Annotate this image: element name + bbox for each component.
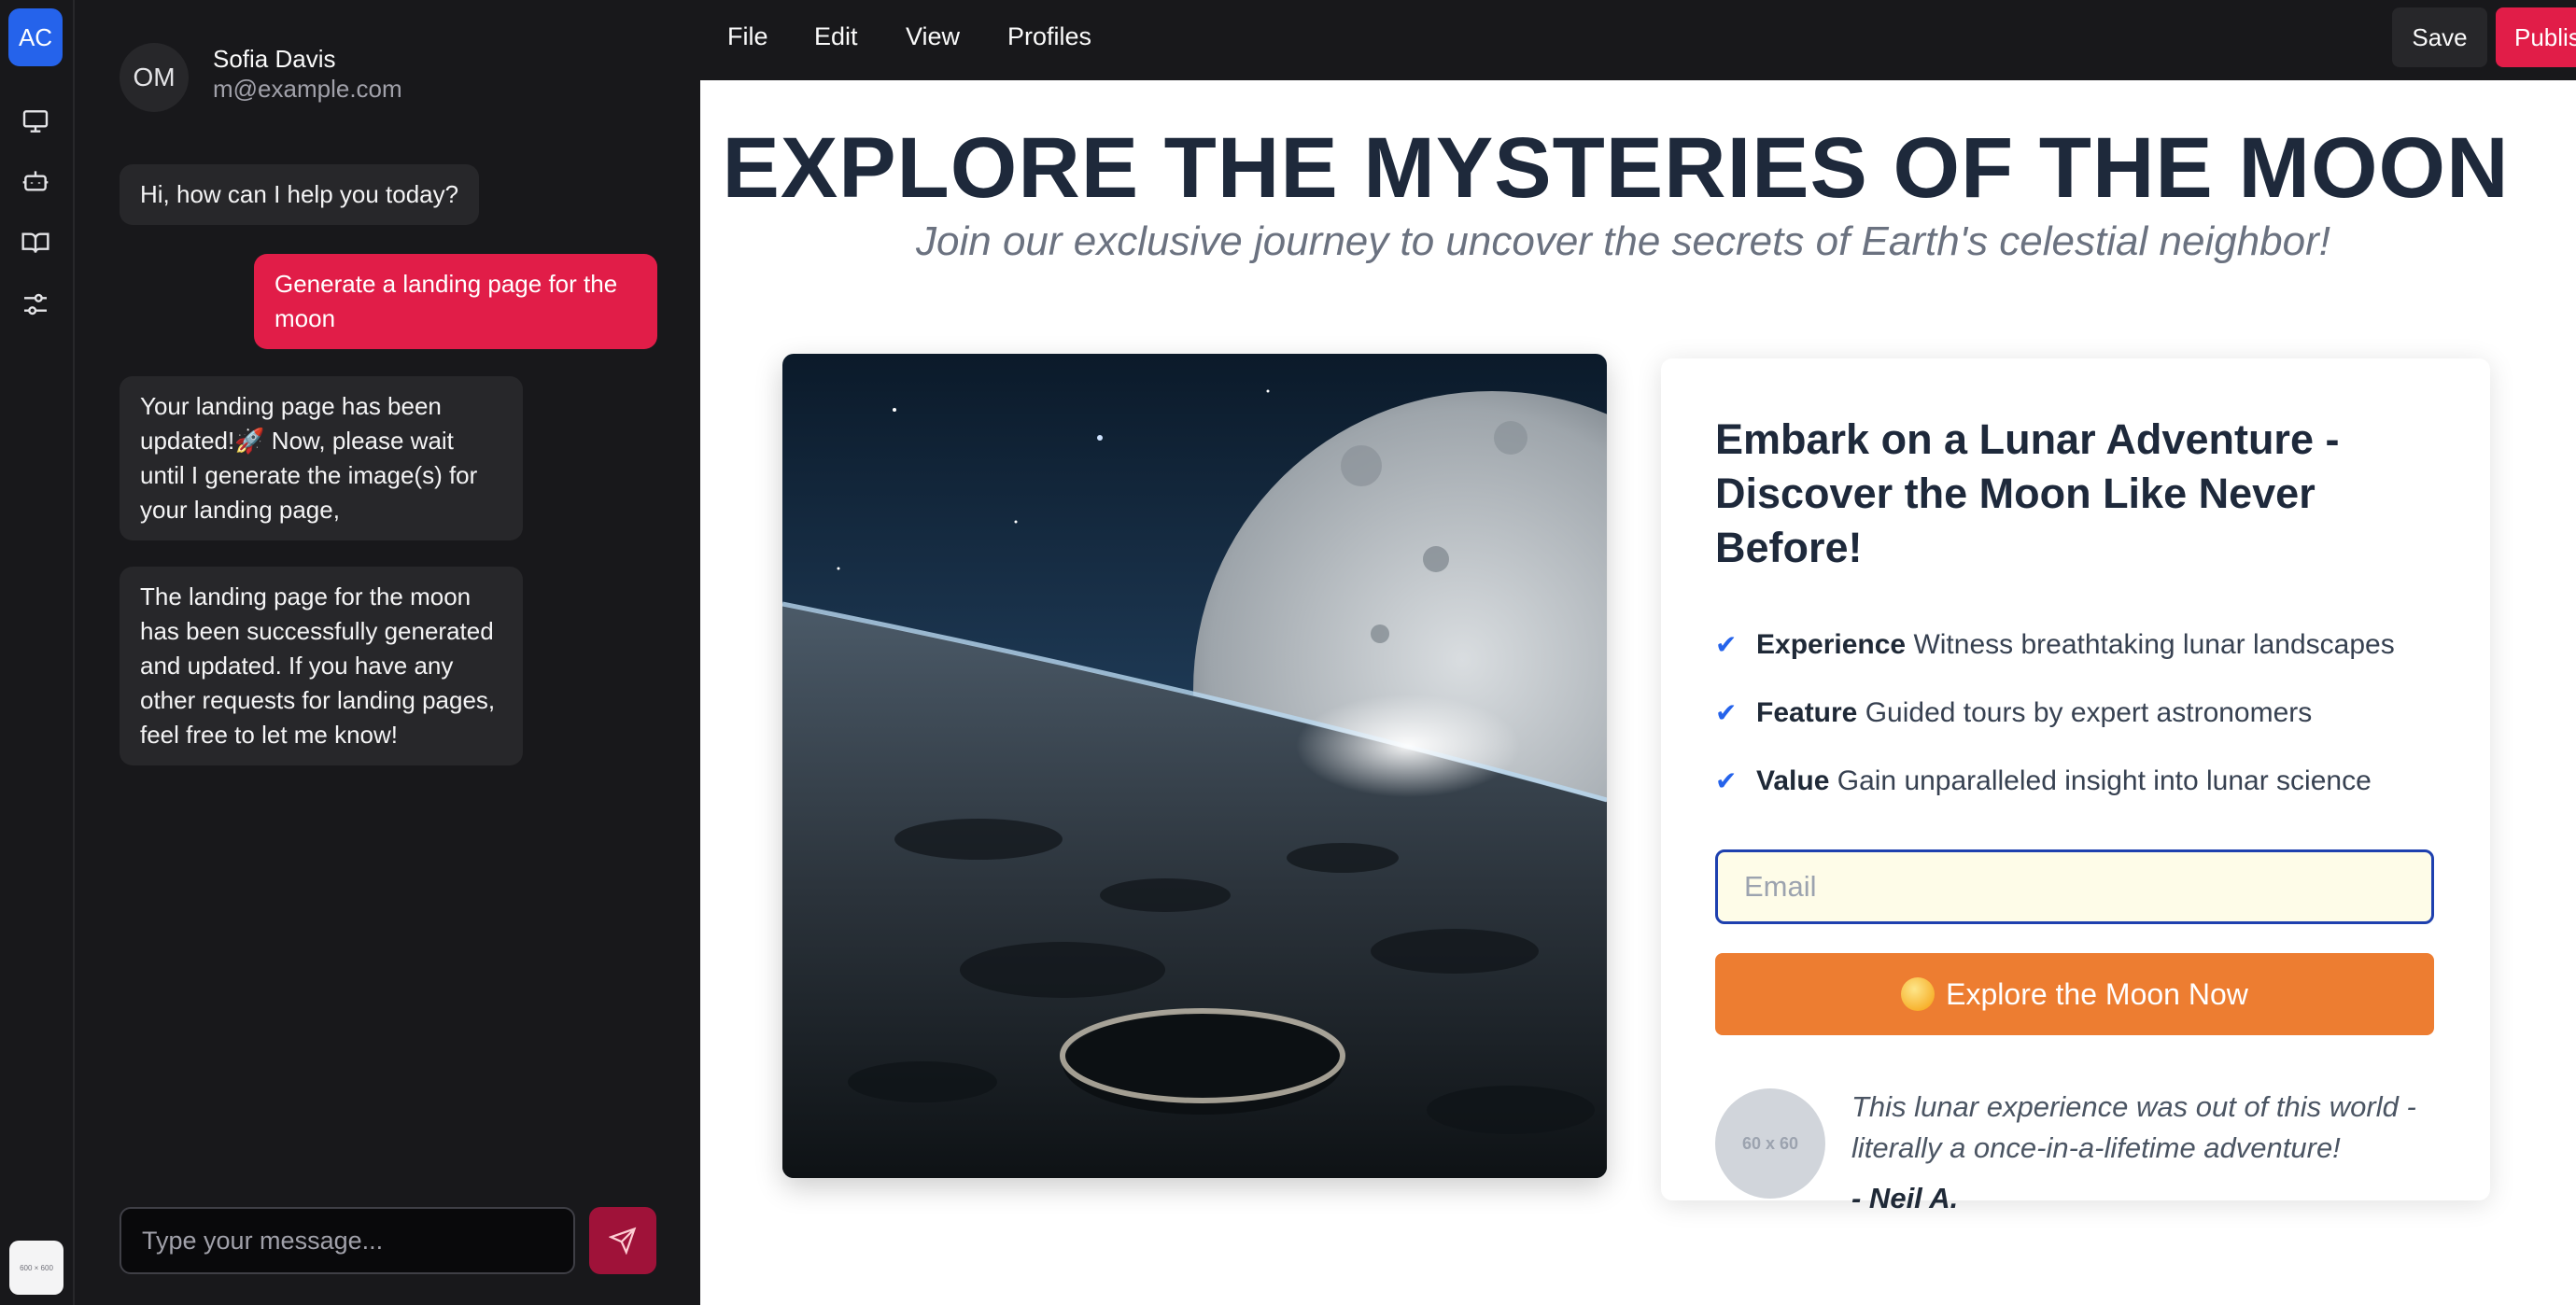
testimonial-avatar: 60 x 60 — [1715, 1088, 1825, 1199]
menu-edit[interactable]: Edit — [814, 22, 858, 51]
hero-title: EXPLORE THE MYSTERIES OF THE MOON — [700, 119, 2576, 218]
book-icon[interactable] — [21, 228, 50, 258]
image-thumbnail[interactable]: 600 × 600 — [9, 1241, 63, 1295]
user-message: Generate a landing page for the moon — [254, 254, 657, 349]
moon-emoji-icon — [1901, 977, 1936, 1011]
bot-icon[interactable] — [21, 166, 50, 196]
feature-text: Witness breathtaking lunar landscapes — [1913, 629, 2395, 660]
check-icon: ✔ — [1715, 698, 1738, 727]
explore-moon-button[interactable]: Explore the Moon Now — [1715, 953, 2434, 1035]
landing-page-preview: EXPLORE THE MYSTERIES OF THE MOON Join o… — [700, 80, 2576, 1305]
feature-item: ✔ Feature Guided tours by expert astronom… — [1715, 697, 2462, 729]
send-button[interactable] — [589, 1207, 656, 1274]
message-input[interactable]: Type your message... — [120, 1207, 575, 1274]
check-icon: ✔ — [1715, 630, 1738, 659]
moon-surface-image — [782, 354, 1607, 1178]
avatar: OM — [120, 43, 189, 112]
send-icon — [609, 1227, 637, 1255]
testimonial-quote: This lunar experience was out of this wo… — [1851, 1090, 2416, 1164]
chat-user-header: OM Sofia Davis m@example.com — [120, 41, 642, 112]
icon-rail: AC 600 × 600 — [0, 0, 75, 1305]
user-name: Sofia Davis — [213, 45, 336, 73]
menu-profiles[interactable]: Profiles — [1007, 22, 1091, 51]
top-menu-bar: File Edit View Profiles Save Publish — [700, 0, 2576, 80]
testimonial-author: - Neil A. — [1851, 1182, 1959, 1214]
chat-panel: OM Sofia Davis m@example.com Hi, how can… — [77, 0, 700, 1305]
menu-view[interactable]: View — [906, 22, 960, 51]
email-field[interactable]: Email — [1715, 849, 2434, 924]
save-button[interactable]: Save — [2392, 7, 2487, 67]
feature-label: Feature — [1756, 697, 1858, 728]
feature-item: ✔ Value Gain unparalleled insight into lu… — [1715, 765, 2462, 797]
feature-label: Experience — [1756, 629, 1907, 660]
assistant-message: The landing page for the moon has been s… — [120, 567, 523, 765]
publish-button[interactable]: Publish — [2496, 7, 2576, 67]
sliders-icon[interactable] — [21, 289, 50, 319]
assistant-message: Your landing page has been updated!🚀 Now… — [120, 376, 523, 540]
signup-card: Embark on a Lunar Adventure - Discover t… — [1661, 358, 2490, 1214]
feature-item: ✔ Experience Witness breathtaking lunar l… — [1715, 629, 2462, 661]
assistant-message: Hi, how can I help you today? — [120, 164, 480, 225]
user-email: m@example.com — [213, 75, 402, 103]
monitor-icon[interactable] — [21, 106, 50, 136]
check-icon: ✔ — [1715, 766, 1738, 795]
feature-label: Value — [1756, 765, 1830, 796]
workspace-avatar[interactable]: AC — [8, 8, 63, 66]
hero-subtitle-text: Join our exclusive journey to uncover th… — [916, 218, 2330, 264]
app-window: AC 600 × 600 OM Sofia Davis m@example.co… — [0, 0, 2576, 1305]
menu-file[interactable]: File — [727, 22, 768, 51]
feature-text: Gain unparalleled insight into lunar sci… — [1837, 765, 2372, 796]
feature-text: Guided tours by expert astronomers — [1865, 697, 2313, 728]
hero-title-text: EXPLORE THE MYSTERIES OF THE MOON — [722, 120, 2510, 216]
hero-subtitle: Join our exclusive journey to uncover th… — [700, 218, 2576, 265]
card-title: Embark on a Lunar Adventure - Discover t… — [1715, 415, 2340, 571]
cta-label: Explore the Moon Now — [1946, 976, 2248, 1011]
